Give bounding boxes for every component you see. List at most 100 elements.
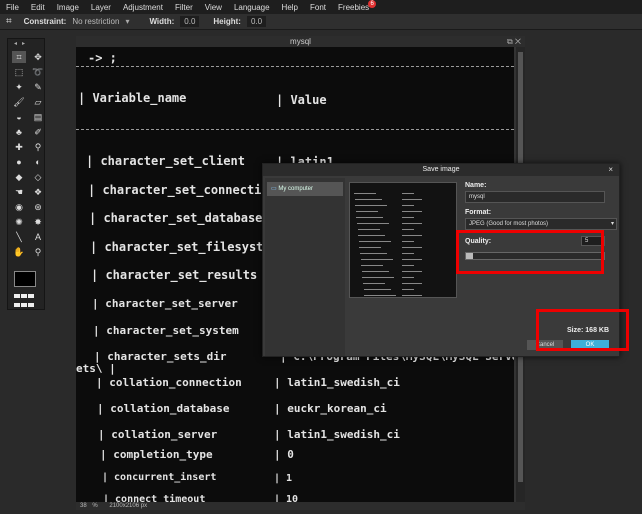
crop-icon[interactable]: ⌗ [12,51,26,63]
size-highlight-box [536,309,629,351]
text-icon[interactable]: A [31,231,45,243]
width-label: Width: [149,17,175,26]
heal-icon[interactable]: ✚ [12,141,26,153]
sharpen-icon[interactable]: ◇ [31,171,45,183]
preview-text-line [402,205,414,206]
zoom-level[interactable]: 38 [80,503,87,509]
preview-text-line [357,223,389,224]
preview-text-line [402,235,422,236]
height-input[interactable]: 0.0 [246,16,267,27]
dialog-title-bar: Save image × [263,164,619,176]
primary-color-swatch[interactable] [14,271,36,287]
menu-freebies[interactable]: Freebies 6 [338,0,377,12]
grid-view-icon[interactable] [14,292,38,307]
chevron-down-icon[interactable]: ▾ [125,17,129,26]
terminal-text: | concurrent_insert [102,472,217,483]
constraint-select[interactable]: No restriction [72,17,119,26]
menu-font[interactable]: Font [310,3,326,12]
menu-adjustment[interactable]: Adjustment [123,3,163,12]
format-select[interactable]: JPEG (Good for most photos) ▾ [465,218,617,230]
menu-view[interactable]: View [205,3,222,12]
preview-text-line [402,259,422,260]
toolbox-collapse-arrows[interactable]: ◂ ▸ [14,40,25,47]
preview-text-line [402,211,422,212]
terminal-text: | character_set_filesystem [90,240,278,254]
preview-text-line [402,283,422,284]
lasso-icon[interactable]: ➰ [31,66,45,78]
preview-text-line [402,193,414,194]
table-border [76,66,514,67]
image-preview [349,182,457,298]
preview-text-line [363,289,391,290]
preview-text-line [359,247,382,248]
terminal-text: | character_set_server [92,297,238,310]
preview-text-line [402,295,422,296]
move-icon[interactable]: ✥ [31,51,45,63]
preview-text-line [402,271,422,272]
color-replace-icon[interactable]: ✐ [31,126,45,138]
menu-image[interactable]: Image [57,3,79,12]
menu-layer[interactable]: Layer [91,3,111,12]
menu-help[interactable]: Help [282,3,298,12]
pencil-icon[interactable]: ✎ [31,81,45,93]
preview-text-line [361,265,384,266]
zoom-icon[interactable]: ⚲ [31,246,45,258]
preview-text-line [402,199,422,200]
wand-icon[interactable]: ✦ [12,81,26,93]
terminal-text: | character_set_connection [88,183,276,197]
crop-options-icon: ⌗ [6,16,12,27]
dodge-icon[interactable]: ● [12,156,26,168]
spot-icon[interactable]: ⊛ [31,201,45,213]
document-title-bar: mysql ⧉ ✕ [76,36,525,47]
my-computer-item[interactable]: ▭ My computer [267,182,343,196]
burn-icon[interactable]: ◐ [31,156,45,168]
terminal-text: | character_set_client [86,154,245,168]
stamp-icon[interactable]: ♣ [12,126,26,138]
menu-edit[interactable]: Edit [31,3,45,12]
quality-highlight-box [456,230,604,274]
line-icon[interactable]: ╲ [12,231,26,243]
hand-icon[interactable]: ✋ [12,246,26,258]
constraint-label: Constraint: [23,17,67,26]
menu-language[interactable]: Language [234,3,270,12]
dialog-close-icon[interactable]: × [608,164,613,176]
preview-text-line [357,229,380,230]
marquee-icon[interactable]: ⬚ [12,66,26,78]
terminal-text: | character_set_system [93,324,239,337]
image-dimensions: 2100x2106 px [109,503,148,509]
menu-file[interactable]: File [6,3,19,12]
window-buttons: ⧉ ✕ [507,36,521,47]
close-icon[interactable]: ✕ [515,37,521,46]
preview-text-line [358,235,386,236]
blur-icon[interactable]: ◆ [12,171,26,183]
width-input[interactable]: 0.0 [180,16,200,27]
brush-icon[interactable]: 🖌 [12,96,26,108]
my-computer-label: My computer [278,186,314,192]
gradient-icon[interactable]: ▤ [31,111,45,123]
terminal-text: | 1 [274,473,293,484]
dialog-title: Save image [422,166,460,173]
red-eye-icon[interactable]: ◉ [12,201,26,213]
preview-text-line [362,277,395,278]
bloat-icon[interactable]: ✺ [12,216,26,228]
height-label: Height: [213,17,241,26]
terminal-text: | latin1_swedish_ci [274,376,400,389]
preview-text-line [355,205,388,206]
eraser-icon[interactable]: ▱ [31,96,45,108]
terminal-text: | collation_database [97,402,230,415]
menu-freebies-label: Freebies [338,2,370,12]
preview-text-line [364,295,397,296]
preview-text-line [402,289,414,290]
eyedropper-icon[interactable]: ⚲ [31,141,45,153]
terminal-text: | euckr_korean_ci [274,402,387,415]
name-input[interactable]: mysql [465,191,605,203]
preview-text-line [402,241,414,242]
menu-filter[interactable]: Filter [175,3,193,12]
smudge-icon[interactable]: ☚ [12,186,26,198]
bucket-icon[interactable]: ◒ [12,111,26,123]
sponge-icon[interactable]: ❖ [31,186,45,198]
preview-text-line [402,277,414,278]
pinch-icon[interactable]: ✸ [31,216,45,228]
terminal-text: | character_set_database [89,211,263,225]
restore-icon[interactable]: ⧉ [507,37,513,46]
